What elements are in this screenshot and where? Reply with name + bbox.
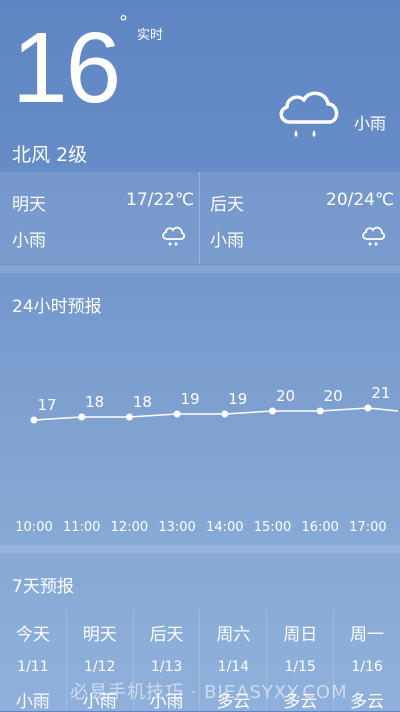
- day-date: 1/16: [351, 659, 383, 675]
- hourly-title: 24小时预报: [12, 297, 102, 317]
- hour-time-label: 17:00: [349, 520, 387, 535]
- temperature-point: [221, 410, 229, 418]
- day-weather: 小雨: [15, 692, 50, 712]
- watermark: 必易手机技巧 · BIEASYXY.COM: [70, 682, 348, 703]
- section-separator: [0, 545, 400, 553]
- tomorrow-temp: 17/22℃: [126, 190, 195, 210]
- rain-cloud-icon: [274, 86, 344, 142]
- day-after-weather: 小雨: [210, 231, 244, 251]
- hour-time-label: 16:00: [301, 520, 339, 535]
- hour-time-label: 10:00: [15, 520, 53, 535]
- day-name: 周六: [216, 625, 251, 645]
- day-after-label: 后天: [210, 195, 244, 215]
- day-date: 1/11: [17, 659, 49, 675]
- temperature-point: [364, 404, 372, 412]
- day-name: 周一: [350, 625, 385, 645]
- realtime-label: 实时: [137, 28, 164, 43]
- day-date: 1/13: [150, 659, 183, 675]
- rain-cloud-icon: [361, 226, 386, 248]
- temperature-label: 20: [324, 387, 343, 405]
- current-weather-text: 小雨: [354, 114, 387, 133]
- current-temperature: 16: [12, 12, 121, 124]
- tomorrow-label: 明天: [12, 195, 46, 215]
- temperature-label: 17: [37, 396, 56, 414]
- temperature-point: [269, 407, 276, 415]
- temperature-label: 21: [371, 384, 390, 402]
- rain-cloud-icon: [161, 226, 186, 248]
- temperature-point: [316, 407, 324, 415]
- temperature-label: 18: [133, 393, 152, 411]
- day-name: 今天: [15, 625, 50, 645]
- hour-time-label: 14:00: [206, 520, 244, 535]
- day-name: 明天: [82, 625, 117, 645]
- wind-info: 北风 2级: [12, 144, 88, 166]
- tomorrow-weather: 小雨: [12, 231, 46, 251]
- day-name: 后天: [149, 625, 184, 645]
- short-forecast-panel: [0, 172, 400, 264]
- section-separator: [0, 265, 400, 273]
- hour-time-label: 15:00: [253, 520, 292, 535]
- temperature-point: [78, 413, 86, 421]
- seven-day-title: 7天预报: [12, 577, 74, 597]
- temperature-label: 19: [181, 390, 200, 408]
- day-date: 1/14: [217, 659, 250, 675]
- day-name: 周日: [283, 625, 318, 645]
- degree-symbol: °: [119, 12, 128, 33]
- panel-divider: [199, 172, 200, 264]
- temperature-point: [173, 410, 181, 418]
- hour-time-label: 11:00: [62, 520, 101, 535]
- hourly-chart: 17 18 18 19 19 20 20 21: [30, 384, 399, 424]
- temperature-point: [30, 416, 38, 424]
- temperature-label: 18: [85, 393, 104, 411]
- day-column[interactable]: 今天 1/11 小雨: [0, 610, 66, 712]
- day-date: 1/15: [284, 659, 316, 675]
- temperature-point: [125, 413, 133, 421]
- day-after-temp: 20/24℃: [326, 190, 395, 210]
- hour-time-label: 13:00: [158, 520, 196, 535]
- temperature-label: 19: [228, 390, 247, 408]
- day-date: 1/12: [84, 659, 116, 675]
- temperature-label: 20: [276, 387, 295, 405]
- hour-time-label: 12:00: [110, 520, 149, 535]
